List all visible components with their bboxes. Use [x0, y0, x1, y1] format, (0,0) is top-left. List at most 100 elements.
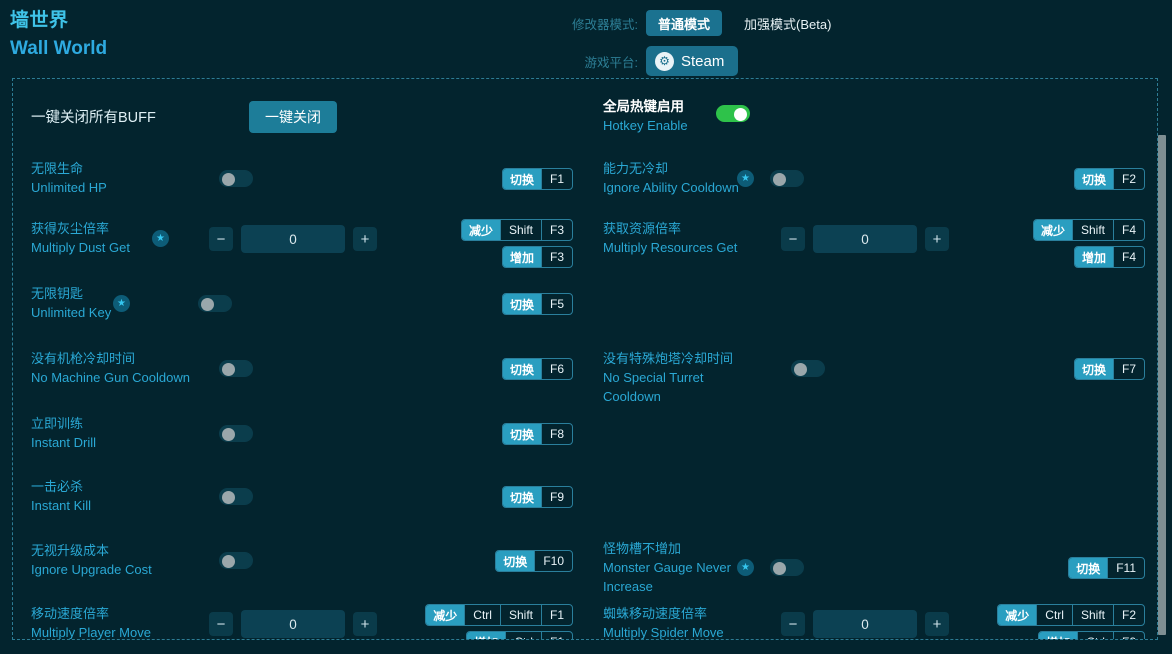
hotkey-f10-ignore-upgrade-cost[interactable]: 切换 F10	[495, 550, 573, 572]
hotkey-ctrl-f1-multiply-player-move-speed[interactable]: 增加CtrlF1	[466, 631, 573, 639]
toggle-knob	[773, 172, 786, 186]
cheat-toggle-instant-drill[interactable]	[219, 425, 253, 442]
cheat-label-en: Multiply Player Move Speed	[31, 625, 151, 640]
hotkey-enable-toggle[interactable]	[716, 105, 750, 122]
platform-row: 游戏平台: ⚙ Steam	[570, 46, 843, 76]
cheat-toggle-unlimited-key[interactable]	[198, 295, 232, 312]
cheat-label-en: Instant Kill	[31, 498, 91, 513]
close-all-buffs-button[interactable]: 一键关闭	[249, 101, 337, 133]
steam-icon: ⚙	[655, 51, 674, 71]
hotkey-f6-no-machine-gun-cooldown[interactable]: 切换 F6	[501, 358, 573, 380]
star-icon: ★	[737, 170, 754, 187]
hotkey-f8-instant-drill[interactable]: 切换 F8	[501, 423, 573, 445]
cheat-label-no-special-turret-cooldown: 没有特殊炮塔冷却时间 No Special Turret Cooldown	[603, 349, 763, 406]
cheat-label-cn: 没有机枪冷却时间	[31, 351, 136, 366]
cheat-label-en: No Machine Gun Cooldown	[31, 370, 190, 385]
cheat-label-en: No Special Turret Cooldown	[603, 370, 704, 404]
cheat-label-en: Ignore Upgrade Cost	[31, 562, 152, 577]
hotkey-action-label: 切换	[1074, 169, 1113, 189]
increment-button[interactable]: +	[353, 227, 377, 251]
hotkey-key-f3: F3	[540, 247, 572, 267]
trainer-mode-row: 修改器模式: 普通模式 加强模式(Beta)	[570, 9, 843, 37]
cheat-row-monster-gauge-never-increase: 怪物槽不增加 Monster Gauge Never Increase ★ 切换 F11	[585, 539, 1157, 597]
cheat-spinner-multiply-resources-get: −0 +	[781, 225, 949, 253]
vertical-scrollbar[interactable]	[1158, 135, 1166, 635]
hotkey-f2-ignore-ability-cooldown[interactable]: 切换 F2	[1073, 168, 1145, 190]
value-input[interactable]: 0	[241, 225, 345, 253]
toggle-knob	[734, 107, 747, 121]
cheat-row-unlimited-hp: 无限生命 Unlimited HP 切换 F1	[13, 159, 585, 217]
hotkey-ctrl-shift-f2-multiply-spider-move-speed[interactable]: 减少 Ctrl Shift F2	[997, 604, 1145, 626]
cheat-toggle-ignore-ability-cooldown[interactable]	[770, 170, 804, 187]
mode-normal-button[interactable]: 普通模式	[646, 10, 723, 36]
cheat-label-unlimited-key: 无限钥匙 Unlimited Key	[31, 284, 191, 322]
toggle-knob	[773, 561, 786, 575]
toggle-knob	[201, 297, 214, 311]
cheat-spinner-multiply-spider-move-speed: −0 +	[781, 610, 949, 638]
right-column: 全局热键启用 Hotkey Enable 能力无冷却 Ignore Ability…	[585, 79, 1157, 639]
hotkey-key-f3: F3	[540, 220, 572, 240]
close-all-buffs-row: 一键关闭所有BUFF 一键关闭	[13, 95, 585, 139]
hotkey-key-f8: F8	[540, 424, 572, 444]
hotkey-f4-multiply-resources-get[interactable]: 增加 F4	[1073, 246, 1145, 268]
hotkey-key-f6: F6	[540, 359, 572, 379]
cheat-label-ignore-upgrade-cost: 无视升级成本 Ignore Upgrade Cost	[31, 541, 191, 579]
increment-button[interactable]: +	[353, 612, 377, 636]
cheat-trainer-window: 墙世界 Wall World 修改器模式: 普通模式 加强模式(Beta) 游戏…	[0, 0, 1172, 654]
hotkey-group-multiply-spider-move-speed: 减少CtrlShiftF2 增加CtrlF2	[997, 604, 1145, 639]
hotkey-action-label: 减少	[461, 220, 500, 240]
cheat-label-cn: 蜘蛛移动速度倍率	[603, 606, 708, 621]
hotkey-group-no-machine-gun-cooldown: 切换 F6	[501, 358, 573, 380]
game-title-block: 墙世界 Wall World	[10, 8, 107, 62]
hotkey-f9-instant-kill[interactable]: 切换 F9	[501, 486, 573, 508]
cheat-toggle-unlimited-hp[interactable]	[219, 170, 253, 187]
cheat-label-en: Multiply Spider Move Speed	[603, 625, 724, 640]
increment-button[interactable]: +	[925, 612, 949, 636]
hotkey-ctrl-shift-f1-multiply-player-move-speed[interactable]: 减少 Ctrl Shift F1	[425, 604, 573, 626]
hotkey-key-ctrl: Ctrl	[1036, 605, 1072, 625]
cheat-toggle-ignore-upgrade-cost[interactable]	[219, 552, 253, 569]
hotkey-f1-unlimited-hp[interactable]: 切换 F1	[501, 168, 573, 190]
hotkey-f5-unlimited-key[interactable]: 切换 F5	[501, 293, 573, 315]
increment-button[interactable]: +	[925, 227, 949, 251]
hotkey-enable-row: 全局热键启用 Hotkey Enable	[585, 95, 1157, 139]
hotkey-shift-f3-multiply-dust-get[interactable]: 减少 Shift F3	[460, 219, 573, 241]
cheat-toggle-no-machine-gun-cooldown[interactable]	[219, 360, 253, 377]
cheat-toggle-instant-kill[interactable]	[219, 488, 253, 505]
decrement-button[interactable]: −	[209, 227, 233, 251]
hotkey-ctrl-f2-multiply-spider-move-speed[interactable]: 增加CtrlF2	[1038, 631, 1145, 639]
value-input[interactable]: 0	[813, 225, 917, 253]
hotkey-key-shift: Shift	[1071, 605, 1113, 625]
value-input[interactable]: 0	[813, 610, 917, 638]
cheat-label-multiply-resources-get: 获取资源倍率 Multiply Resources Get	[603, 219, 763, 257]
hotkey-shift-f4-multiply-resources-get[interactable]: 减少 Shift F4	[1032, 219, 1145, 241]
cheat-row-multiply-dust-get: 获得灰尘倍率 Multiply Dust Get ★ −0 + 减少 Shift F3 增加 F3	[13, 219, 585, 277]
hotkey-group-instant-drill: 切换 F8	[501, 423, 573, 445]
toggle-knob	[222, 490, 235, 504]
platform-label: 游戏平台:	[584, 55, 638, 70]
cheat-row-ignore-upgrade-cost: 无视升级成本 Ignore Upgrade Cost 切换 F10	[13, 541, 585, 599]
star-icon: ★	[113, 295, 130, 312]
cheat-row-multiply-player-move-speed: 移动速度倍率Multiply Player Move Speed−0+减少Ctr…	[13, 604, 585, 640]
cheat-label-cn: 无限钥匙	[31, 286, 84, 301]
mode-enhanced-button[interactable]: 加强模式(Beta)	[732, 10, 843, 36]
hotkey-key-f2: F2	[1112, 605, 1144, 625]
hotkey-key-f9: F9	[540, 487, 572, 507]
value-input[interactable]: 0	[241, 610, 345, 638]
cheat-label-cn: 没有特殊炮塔冷却时间	[603, 351, 734, 366]
platform-steam-button[interactable]: ⚙ Steam	[646, 46, 739, 76]
cheat-label-cn: 无视升级成本	[31, 543, 110, 558]
hotkey-f3-multiply-dust-get[interactable]: 增加 F3	[501, 246, 573, 268]
hotkey-key-shift: Shift	[499, 220, 541, 240]
decrement-button[interactable]: −	[781, 227, 805, 251]
cheat-toggle-monster-gauge-never-increase[interactable]	[770, 559, 804, 576]
hotkey-action-label: 切换	[502, 169, 541, 189]
decrement-button[interactable]: −	[209, 612, 233, 636]
hotkey-action-label: 切换	[1069, 558, 1108, 578]
hotkey-f11-monster-gauge-never-increase[interactable]: 切换 F11	[1068, 557, 1145, 579]
platform-steam-label: Steam	[681, 52, 725, 70]
decrement-button[interactable]: −	[781, 612, 805, 636]
cheat-label-en: Multiply Resources Get	[603, 240, 738, 255]
cheat-toggle-no-special-turret-cooldown[interactable]	[791, 360, 825, 377]
hotkey-f7-no-special-turret-cooldown[interactable]: 切换 F7	[1073, 358, 1145, 380]
